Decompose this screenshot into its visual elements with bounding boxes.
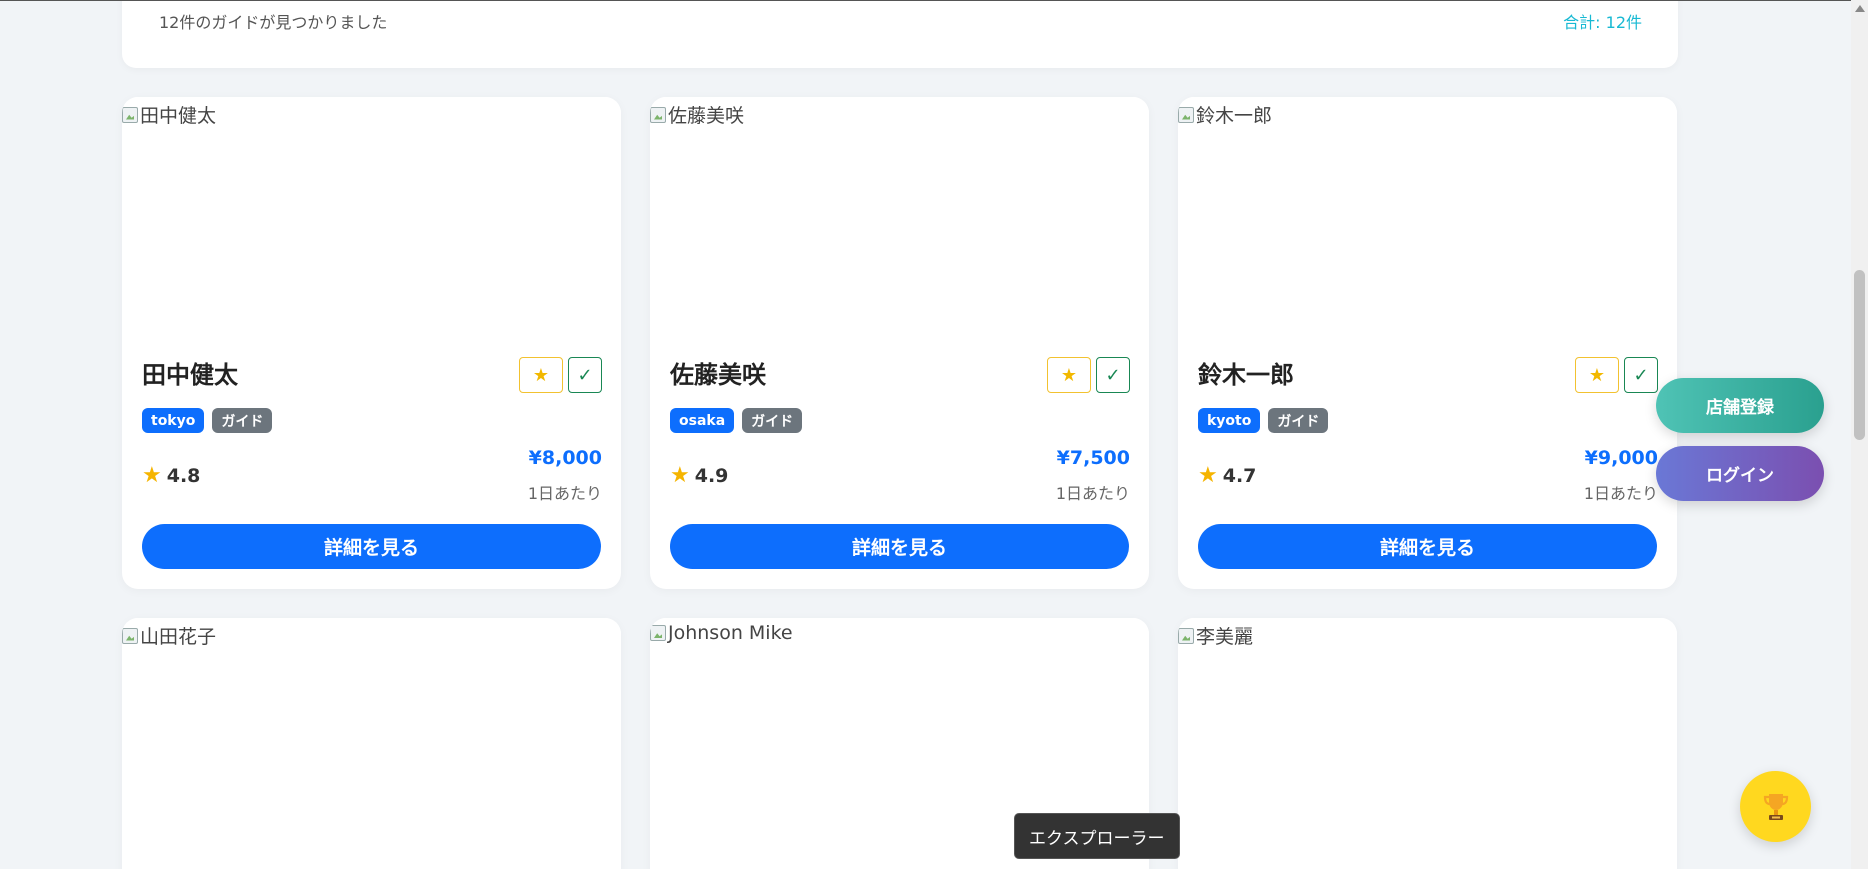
broken-image: 山田花子 [122, 622, 216, 649]
guide-price: ¥9,000 [1584, 447, 1658, 469]
price-unit: 1日あたり [1055, 484, 1130, 503]
broken-image-icon [650, 625, 666, 641]
price-unit: 1日あたり [1583, 484, 1658, 503]
rating-value: 4.9 [694, 464, 729, 487]
check-button[interactable]: ✓ [1624, 357, 1658, 393]
scrollbar-thumb[interactable] [1854, 270, 1865, 440]
guide-photo: 山田花子 [122, 618, 621, 850]
rating-value: 4.7 [1222, 464, 1257, 487]
view-details-button[interactable]: 詳細を見る [142, 524, 601, 569]
broken-image: 鈴木一郎 [1178, 101, 1272, 128]
store-register-button[interactable]: 店舗登録 [1656, 378, 1824, 433]
image-alt-text: 佐藤美咲 [668, 105, 745, 127]
view-details-button[interactable]: 詳細を見る [670, 524, 1129, 569]
check-icon: ✓ [577, 364, 593, 386]
image-alt-text: Johnson Mike [668, 622, 793, 644]
image-alt-text: 鈴木一郎 [1196, 105, 1273, 127]
results-total-text: 合計: 12件 [1563, 13, 1642, 32]
star-icon: ★ [1588, 364, 1606, 386]
favorite-button[interactable]: ★ [1047, 357, 1091, 393]
view-details-button[interactable]: 詳細を見る [1198, 524, 1657, 569]
broken-image-icon [1178, 106, 1194, 123]
type-badge: ガイド [1268, 408, 1329, 433]
star-icon: ★ [670, 463, 690, 488]
trophy-button[interactable] [1740, 771, 1811, 842]
broken-image: 佐藤美咲 [650, 101, 744, 128]
guide-photo: 佐藤美咲 [650, 97, 1149, 329]
guide-price: ¥7,500 [1056, 447, 1130, 469]
guide-price: ¥8,000 [528, 447, 602, 469]
login-button[interactable]: ログイン [1656, 446, 1824, 501]
guide-name: 佐藤美咲 [670, 361, 766, 389]
favorite-button[interactable]: ★ [1575, 357, 1619, 393]
guide-card: 佐藤美咲 佐藤美咲 ★ ✓ osaka ガイド ★ 4.9 ¥7,500 1日あ… [650, 97, 1149, 589]
check-icon: ✓ [1105, 364, 1121, 386]
image-alt-text: 山田花子 [140, 626, 217, 648]
type-badge: ガイド [742, 408, 803, 433]
guide-rating: ★ 4.9 [670, 463, 728, 488]
broken-image: Johnson Mike [650, 622, 793, 644]
city-badge: tokyo [142, 408, 205, 433]
star-icon: ★ [142, 463, 162, 488]
check-button[interactable]: ✓ [1096, 357, 1130, 393]
star-icon: ★ [1060, 364, 1078, 386]
guide-name: 鈴木一郎 [1198, 361, 1294, 389]
results-count-text: 12件のガイドが見つかりました [159, 13, 388, 32]
rating-value: 4.8 [166, 464, 201, 487]
guide-tags: osaka ガイド [670, 408, 803, 433]
broken-image: 李美麗 [1178, 622, 1253, 649]
broken-image: 田中健太 [122, 101, 216, 128]
results-summary: 12件のガイドが見つかりました 合計: 12件 [122, 0, 1678, 68]
broken-image-icon [650, 106, 666, 123]
guide-photo: 李美麗 [1178, 618, 1677, 850]
scroll-up-arrow-icon[interactable] [1855, 5, 1865, 12]
star-icon: ★ [1198, 463, 1218, 488]
broken-image-icon [122, 106, 138, 123]
check-button[interactable]: ✓ [568, 357, 602, 393]
guide-grid: 田中健太 田中健太 ★ ✓ tokyo ガイド ★ 4.8 ¥8,000 1日あ… [122, 97, 1677, 869]
trophy-icon [1763, 793, 1788, 820]
top-border [0, 0, 1851, 1]
guide-photo: 鈴木一郎 [1178, 97, 1677, 329]
explorer-tooltip: エクスプローラー [1014, 813, 1180, 859]
city-badge: osaka [670, 408, 735, 433]
vertical-scrollbar[interactable] [1851, 0, 1868, 869]
broken-image-icon [122, 627, 138, 644]
broken-image-icon [1178, 627, 1194, 644]
city-badge: kyoto [1198, 408, 1261, 433]
guide-card: 李美麗 [1178, 618, 1677, 869]
guide-card: 鈴木一郎 鈴木一郎 ★ ✓ kyoto ガイド ★ 4.7 ¥9,000 1日あ… [1178, 97, 1677, 589]
guide-card: 山田花子 [122, 618, 621, 869]
guide-card: 田中健太 田中健太 ★ ✓ tokyo ガイド ★ 4.8 ¥8,000 1日あ… [122, 97, 621, 589]
guide-tags: kyoto ガイド [1198, 408, 1329, 433]
star-icon: ★ [532, 364, 550, 386]
image-alt-text: 李美麗 [1196, 626, 1254, 648]
image-alt-text: 田中健太 [140, 105, 217, 127]
guide-photo: 田中健太 [122, 97, 621, 329]
guide-name: 田中健太 [142, 361, 238, 389]
guide-rating: ★ 4.7 [1198, 463, 1256, 488]
price-unit: 1日あたり [527, 484, 602, 503]
guide-rating: ★ 4.8 [142, 463, 200, 488]
guide-tags: tokyo ガイド [142, 408, 273, 433]
favorite-button[interactable]: ★ [519, 357, 563, 393]
check-icon: ✓ [1633, 364, 1649, 386]
type-badge: ガイド [212, 408, 273, 433]
